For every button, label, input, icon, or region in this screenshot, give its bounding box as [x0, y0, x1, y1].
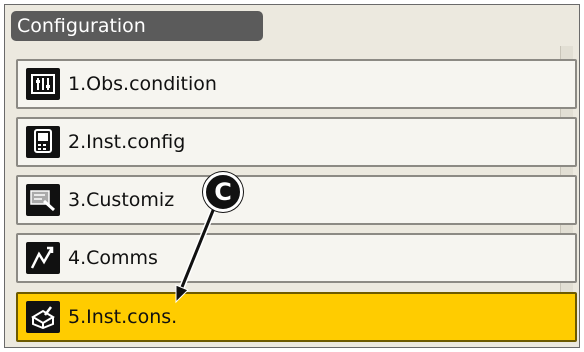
comms-icon	[26, 242, 60, 274]
window-title: Configuration	[11, 11, 263, 41]
menu-item-label: 4.Comms	[68, 247, 158, 269]
customize-icon	[26, 184, 60, 216]
menu-item-obs-condition[interactable]: 1.Obs.condition	[16, 59, 577, 109]
menu-item-inst-config[interactable]: 2.Inst.config	[16, 117, 577, 167]
menu-item-label: 1.Obs.condition	[68, 73, 217, 95]
menu-item-label: 3.Customiz	[68, 189, 175, 211]
menu-item-comms[interactable]: 4.Comms	[16, 233, 577, 283]
obs-condition-icon	[26, 68, 60, 100]
inst-cons-icon	[26, 301, 60, 333]
menu-item-customize[interactable]: 3.Customiz	[16, 175, 577, 225]
menu-item-label: 5.Inst.cons.	[68, 306, 178, 328]
instrument-icon	[26, 126, 60, 158]
menu-item-inst-cons[interactable]: 5.Inst.cons.	[16, 292, 577, 342]
menu-item-label: 2.Inst.config	[68, 131, 186, 153]
callout-marker: C	[203, 172, 243, 212]
